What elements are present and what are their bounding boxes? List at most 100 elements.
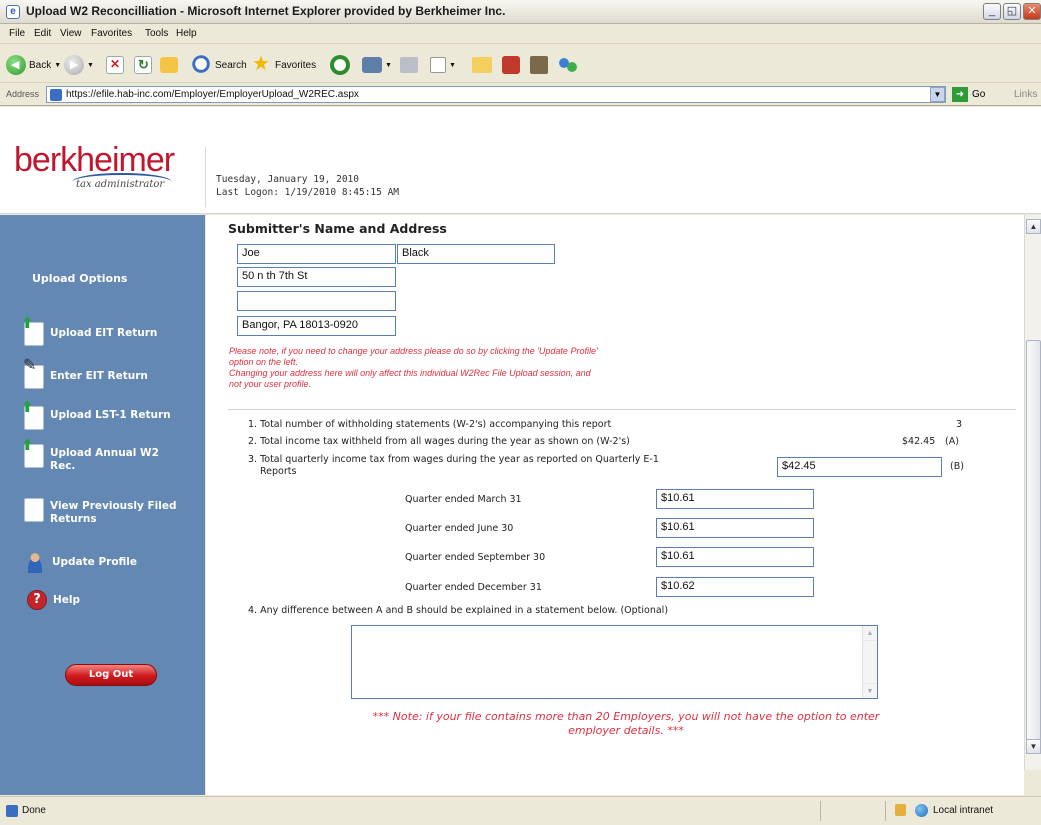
search-button[interactable]: Search [192,54,247,76]
sidebar-item-upload-eit-return[interactable]: Upload EIT Return [21,317,158,346]
close-button[interactable]: ✕ [1023,3,1041,20]
logo-tagline: tax administrator [76,179,165,190]
page-scrollbar[interactable]: ▲ ▼ [1024,215,1041,770]
address-line1-field[interactable]: 50 n th 7th St [237,267,396,287]
sidebar-item-upload-annual-w2-rec[interactable]: Upload Annual W2 Rec. [21,439,184,473]
city-state-zip-field[interactable]: Bangor, PA 18013-0920 [237,316,396,336]
messenger-icon [558,55,578,75]
sidebar-item-label: Update Profile [52,556,138,568]
scroll-up-icon[interactable]: ▲ [863,626,877,641]
research-icon [502,56,520,74]
quarter-label: Quarter ended September 30 [405,552,546,563]
quarter-march-field[interactable]: $10.61 [656,489,814,509]
folder-icon [472,57,492,73]
messenger-button[interactable] [558,54,578,76]
status-divider [820,801,821,821]
current-date: Tuesday, January 19, 2010 [216,174,359,185]
sidebar-item-label: Upload EIT Return [50,327,158,339]
address-note-line: Changing your address here will only aff… [229,368,591,378]
address-line2-field[interactable] [237,291,396,311]
difference-statement-textarea[interactable]: ▲ ▼ [351,625,878,699]
document-icon [24,498,44,522]
sidebar-item-upload-lst-1-return[interactable]: Upload LST-1 Return [21,401,171,430]
menu-file[interactable]: File [9,28,25,39]
menu-view[interactable]: View [60,28,82,39]
page-icon [6,805,18,817]
sidebar-item-enter-eit-return[interactable]: Enter EIT Return [23,358,148,389]
print-button[interactable] [400,54,418,76]
last-name-field[interactable]: Black [397,244,555,264]
help-icon: ? [27,590,47,610]
sidebar-item-label: View Previously Filed Returns [50,500,177,525]
forward-button[interactable]: ▼ [64,54,94,76]
header-divider [205,147,206,207]
address-label: Address [6,89,40,99]
home-button[interactable] [160,54,178,76]
address-note: Please note, if you need to change your … [229,346,598,390]
address-url: https://efile.hab-inc.com/Employer/Emplo… [66,89,359,100]
folder-button[interactable] [472,54,492,76]
line3-label-line: 3. Total quarterly income tax from wages… [248,454,659,465]
library-button[interactable] [530,54,548,76]
address-note-line: option on the left. [229,357,299,367]
scroll-down-icon[interactable]: ▼ [863,683,877,698]
title-bar: e Upload W2 Reconcilliation - Microsoft … [0,0,1041,24]
go-button[interactable]: ➜ Go [952,87,985,102]
section-title: Submitter's Name and Address [228,221,447,236]
print-icon [400,57,418,73]
stop-button[interactable] [106,54,124,76]
sidebar-item-help[interactable]: ? Help [27,590,80,610]
first-name-field[interactable]: Joe [237,244,396,264]
research-button[interactable] [502,54,520,76]
back-button[interactable]: Back ▼ [6,54,61,76]
sidebar: Upload Options Upload EIT Return Enter E… [0,215,205,795]
line3-label: 3. Total quarterly income tax from wages… [248,454,659,478]
scroll-down-icon[interactable]: ▼ [1026,739,1041,754]
refresh-button[interactable] [134,54,152,76]
address-input[interactable]: https://efile.hab-inc.com/Employer/Emplo… [46,86,946,103]
menu-help[interactable]: Help [176,28,197,39]
page-header: berkheimer tax administrator Tuesday, Ja… [0,107,1041,214]
history-button[interactable] [330,54,350,76]
quarter-label: Quarter ended March 31 [405,494,522,505]
menu-tools[interactable]: Tools [145,28,168,39]
library-icon [530,56,548,74]
quarter-june-field[interactable]: $10.61 [656,518,814,538]
log-out-button[interactable]: Log Out [65,664,157,686]
menu-favorites[interactable]: Favorites [91,28,132,39]
scrollbar-thumb[interactable] [1026,340,1041,740]
mail-button[interactable]: ▼ [362,54,392,76]
textarea-scrollbar[interactable]: ▲ ▼ [862,626,877,698]
toolbar: Back ▼ ▼ Search ★ Favorites ▼ ▼ [0,45,1041,83]
sidebar-item-update-profile[interactable]: Update Profile [24,551,137,573]
intranet-icon [915,804,928,817]
links-button[interactable]: Links [1014,89,1037,100]
chevron-down-icon: ▼ [449,61,456,69]
ie-icon: e [6,5,20,19]
quarter-september-field[interactable]: $10.61 [656,547,814,567]
mail-icon [362,57,382,73]
scroll-up-icon[interactable]: ▲ [1026,219,1041,234]
address-note-line: Please note, if you need to change your … [229,346,598,356]
window-title: Upload W2 Reconcilliation - Microsoft In… [26,4,506,18]
address-dropdown-button[interactable]: ▼ [930,87,945,102]
lock-icon [895,804,906,816]
restore-button[interactable]: ◱ [1003,3,1021,20]
star-icon: ★ [252,53,270,75]
employer-limit-note: *** Note: if your file contains more tha… [266,710,986,738]
sidebar-item-view-previously-filed-returns[interactable]: View Previously Filed Returns [24,498,199,526]
favorites-button[interactable]: ★ Favorites [250,54,316,76]
edit-button[interactable]: ▼ [430,54,456,76]
back-arrow-icon [6,55,26,75]
sidebar-heading: Upload Options [32,272,128,285]
quarter-december-field[interactable]: $10.62 [656,577,814,597]
sidebar-item-label: Upload Annual W2 Rec. [50,447,159,472]
history-icon [330,55,350,75]
status-text: Done [22,805,46,816]
minimize-button[interactable]: _ [983,3,1001,20]
quarterly-total-field[interactable]: $42.45 [777,457,942,477]
edit-document-icon [23,358,44,389]
home-icon [160,57,178,73]
address-bar: Address https://efile.hab-inc.com/Employ… [0,84,1041,106]
menu-edit[interactable]: Edit [34,28,51,39]
